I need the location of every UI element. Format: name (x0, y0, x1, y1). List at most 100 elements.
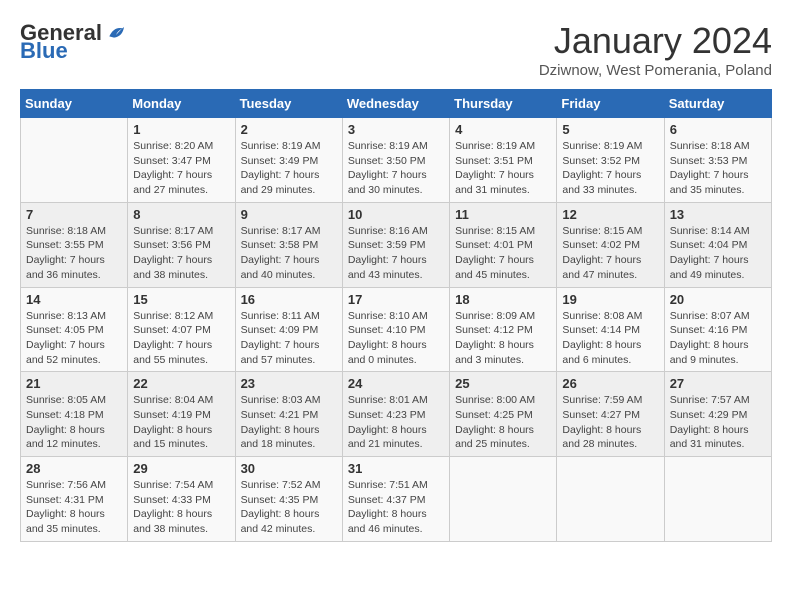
calendar-cell: 22 Sunrise: 8:04 AMSunset: 4:19 PMDayligh… (128, 372, 235, 457)
day-info: Sunrise: 7:54 AMSunset: 4:33 PMDaylight:… (133, 478, 229, 537)
calendar-cell: 3 Sunrise: 8:19 AMSunset: 3:50 PMDaylight… (342, 118, 449, 203)
day-info: Sunrise: 8:18 AMSunset: 3:55 PMDaylight:… (26, 224, 122, 283)
calendar-cell: 4 Sunrise: 8:19 AMSunset: 3:51 PMDaylight… (450, 118, 557, 203)
weekday-header-monday: Monday (128, 90, 235, 118)
calendar-cell: 2Sunrise: 8:19 AMSunset: 3:49 PMDaylight… (235, 118, 342, 203)
day-info: Sunrise: 8:13 AMSunset: 4:05 PMDaylight:… (26, 309, 122, 368)
weekday-header-friday: Friday (557, 90, 664, 118)
day-number: 29 (133, 461, 229, 476)
calendar-cell: 23 Sunrise: 8:03 AMSunset: 4:21 PMDayligh… (235, 372, 342, 457)
calendar-cell (664, 457, 771, 542)
day-info: Sunrise: 8:00 AMSunset: 4:25 PMDaylight:… (455, 393, 551, 452)
day-number: 28 (26, 461, 122, 476)
day-info: Sunrise: 8:12 AMSunset: 4:07 PMDaylight:… (133, 309, 229, 368)
calendar-cell: 5Sunrise: 8:19 AMSunset: 3:52 PMDaylight… (557, 118, 664, 203)
weekday-header-row: SundayMondayTuesdayWednesdayThursdayFrid… (21, 90, 772, 118)
day-number: 22 (133, 376, 229, 391)
calendar-cell: 7Sunrise: 8:18 AMSunset: 3:55 PMDaylight… (21, 202, 128, 287)
day-info: Sunrise: 8:09 AMSunset: 4:12 PMDaylight:… (455, 309, 551, 368)
calendar-cell: 15 Sunrise: 8:12 AMSunset: 4:07 PMDayligh… (128, 287, 235, 372)
calendar-cell: 6Sunrise: 8:18 AMSunset: 3:53 PMDaylight… (664, 118, 771, 203)
calendar-cell: 19Sunrise: 8:08 AMSunset: 4:14 PMDayligh… (557, 287, 664, 372)
weekday-header-tuesday: Tuesday (235, 90, 342, 118)
day-info: Sunrise: 8:15 AMSunset: 4:01 PMDaylight:… (455, 224, 551, 283)
day-number: 21 (26, 376, 122, 391)
day-number: 2 (241, 122, 337, 137)
day-info: Sunrise: 8:01 AMSunset: 4:23 PMDaylight:… (348, 393, 444, 452)
day-number: 24 (348, 376, 444, 391)
calendar-week-row: 28 Sunrise: 7:56 AMSunset: 4:31 PMDayligh… (21, 457, 772, 542)
day-info: Sunrise: 8:04 AMSunset: 4:19 PMDaylight:… (133, 393, 229, 452)
day-info: Sunrise: 7:52 AMSunset: 4:35 PMDaylight:… (241, 478, 337, 537)
location: Dziwnow, West Pomerania, Poland (539, 62, 772, 79)
day-number: 3 (348, 122, 444, 137)
day-number: 15 (133, 292, 229, 307)
calendar-cell: 10 Sunrise: 8:16 AMSunset: 3:59 PMDayligh… (342, 202, 449, 287)
day-number: 26 (562, 376, 658, 391)
day-info: Sunrise: 8:11 AMSunset: 4:09 PMDaylight:… (241, 309, 337, 368)
day-number: 31 (348, 461, 444, 476)
day-info: Sunrise: 7:51 AMSunset: 4:37 PMDaylight:… (348, 478, 444, 537)
day-number: 10 (348, 207, 444, 222)
calendar-cell: 16Sunrise: 8:11 AMSunset: 4:09 PMDayligh… (235, 287, 342, 372)
day-number: 20 (670, 292, 766, 307)
day-number: 23 (241, 376, 337, 391)
day-number: 13 (670, 207, 766, 222)
calendar-cell: 18 Sunrise: 8:09 AMSunset: 4:12 PMDayligh… (450, 287, 557, 372)
day-info: Sunrise: 8:19 AMSunset: 3:51 PMDaylight:… (455, 139, 551, 198)
calendar-cell: 20 Sunrise: 8:07 AMSunset: 4:16 PMDayligh… (664, 287, 771, 372)
day-info: Sunrise: 8:03 AMSunset: 4:21 PMDaylight:… (241, 393, 337, 452)
day-info: Sunrise: 8:19 AMSunset: 3:52 PMDaylight:… (562, 139, 658, 198)
title-section: January 2024 Dziwnow, West Pomerania, Po… (539, 20, 772, 79)
calendar-week-row: 21 Sunrise: 8:05 AMSunset: 4:18 PMDayligh… (21, 372, 772, 457)
day-info: Sunrise: 7:56 AMSunset: 4:31 PMDaylight:… (26, 478, 122, 537)
day-info: Sunrise: 8:17 AMSunset: 3:56 PMDaylight:… (133, 224, 229, 283)
weekday-header-sunday: Sunday (21, 90, 128, 118)
day-number: 27 (670, 376, 766, 391)
day-number: 17 (348, 292, 444, 307)
calendar-cell: 31 Sunrise: 7:51 AMSunset: 4:37 PMDayligh… (342, 457, 449, 542)
calendar-cell: 13 Sunrise: 8:14 AMSunset: 4:04 PMDayligh… (664, 202, 771, 287)
day-number: 4 (455, 122, 551, 137)
day-number: 18 (455, 292, 551, 307)
calendar-week-row: 1Sunrise: 8:20 AMSunset: 3:47 PMDaylight… (21, 118, 772, 203)
day-info: Sunrise: 8:05 AMSunset: 4:18 PMDaylight:… (26, 393, 122, 452)
calendar-cell (450, 457, 557, 542)
day-number: 8 (133, 207, 229, 222)
calendar-cell: 17 Sunrise: 8:10 AMSunset: 4:10 PMDayligh… (342, 287, 449, 372)
calendar-week-row: 7Sunrise: 8:18 AMSunset: 3:55 PMDaylight… (21, 202, 772, 287)
day-info: Sunrise: 7:57 AMSunset: 4:29 PMDaylight:… (670, 393, 766, 452)
month-title: January 2024 (539, 20, 772, 62)
day-info: Sunrise: 8:16 AMSunset: 3:59 PMDaylight:… (348, 224, 444, 283)
calendar-cell: 25 Sunrise: 8:00 AMSunset: 4:25 PMDayligh… (450, 372, 557, 457)
calendar-cell (21, 118, 128, 203)
logo: General Blue (20, 20, 124, 64)
weekday-header-thursday: Thursday (450, 90, 557, 118)
calendar-cell: 8 Sunrise: 8:17 AMSunset: 3:56 PMDaylight… (128, 202, 235, 287)
day-number: 30 (241, 461, 337, 476)
calendar-week-row: 14 Sunrise: 8:13 AMSunset: 4:05 PMDayligh… (21, 287, 772, 372)
day-info: Sunrise: 8:14 AMSunset: 4:04 PMDaylight:… (670, 224, 766, 283)
calendar-cell: 21 Sunrise: 8:05 AMSunset: 4:18 PMDayligh… (21, 372, 128, 457)
day-info: Sunrise: 8:08 AMSunset: 4:14 PMDaylight:… (562, 309, 658, 368)
day-info: Sunrise: 8:19 AMSunset: 3:50 PMDaylight:… (348, 139, 444, 198)
day-number: 25 (455, 376, 551, 391)
day-number: 11 (455, 207, 551, 222)
weekday-header-saturday: Saturday (664, 90, 771, 118)
logo-bird-icon (104, 23, 124, 43)
day-info: Sunrise: 8:17 AMSunset: 3:58 PMDaylight:… (241, 224, 337, 283)
calendar-cell: 30 Sunrise: 7:52 AMSunset: 4:35 PMDayligh… (235, 457, 342, 542)
day-info: Sunrise: 8:07 AMSunset: 4:16 PMDaylight:… (670, 309, 766, 368)
day-number: 12 (562, 207, 658, 222)
calendar-cell: 11 Sunrise: 8:15 AMSunset: 4:01 PMDayligh… (450, 202, 557, 287)
day-info: Sunrise: 7:59 AMSunset: 4:27 PMDaylight:… (562, 393, 658, 452)
calendar-cell: 24 Sunrise: 8:01 AMSunset: 4:23 PMDayligh… (342, 372, 449, 457)
calendar-cell (557, 457, 664, 542)
calendar-cell: 29 Sunrise: 7:54 AMSunset: 4:33 PMDayligh… (128, 457, 235, 542)
day-info: Sunrise: 8:10 AMSunset: 4:10 PMDaylight:… (348, 309, 444, 368)
day-info: Sunrise: 8:20 AMSunset: 3:47 PMDaylight:… (133, 139, 229, 198)
calendar-cell: 14 Sunrise: 8:13 AMSunset: 4:05 PMDayligh… (21, 287, 128, 372)
day-number: 14 (26, 292, 122, 307)
day-info: Sunrise: 8:15 AMSunset: 4:02 PMDaylight:… (562, 224, 658, 283)
logo-blue-text: Blue (20, 38, 68, 64)
